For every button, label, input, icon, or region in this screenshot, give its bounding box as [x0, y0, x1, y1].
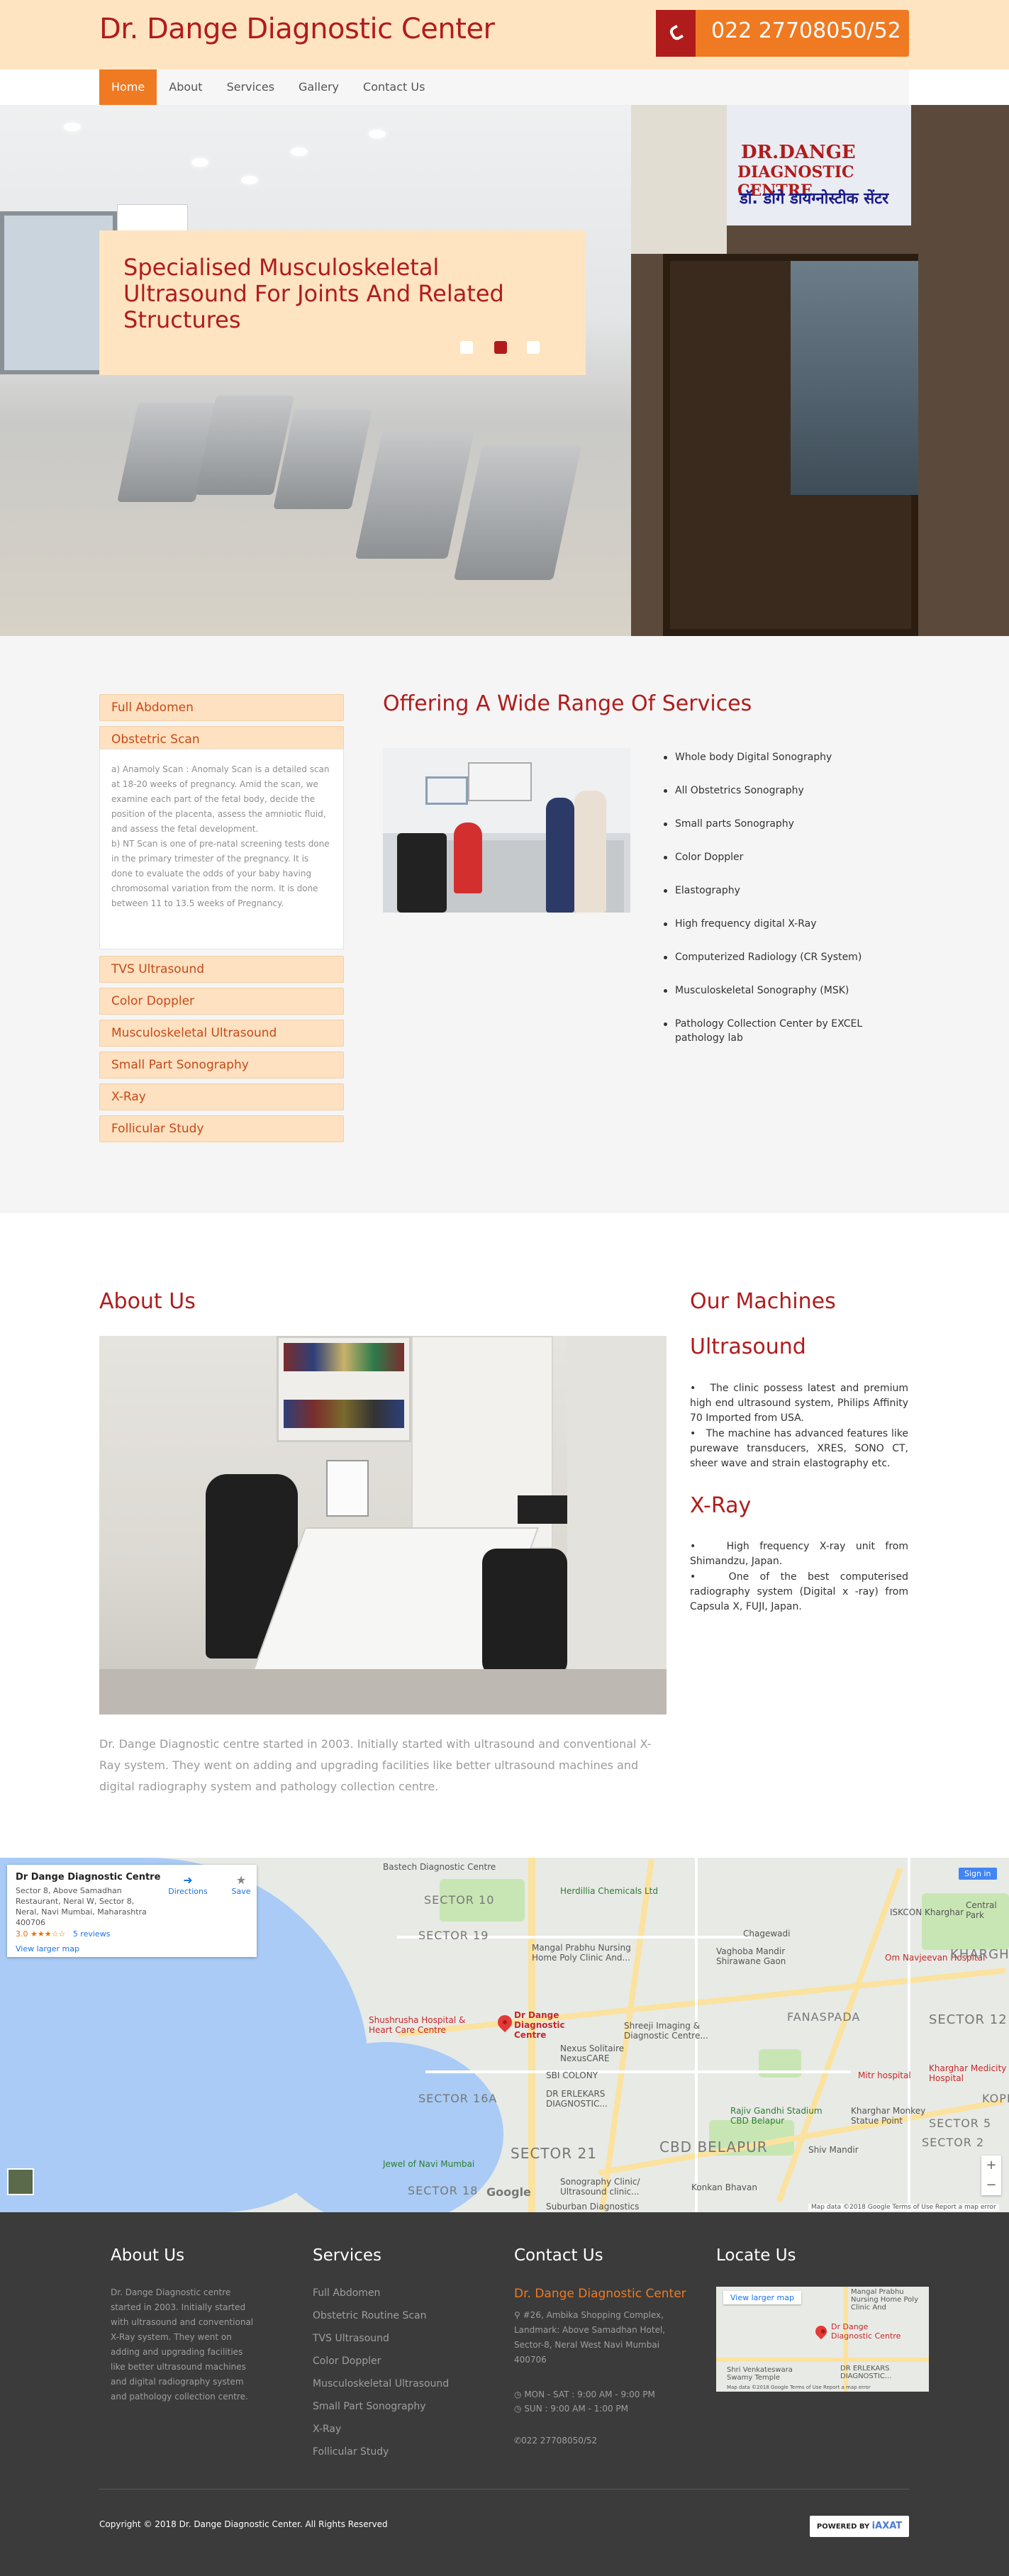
- phone-icon: ✆: [514, 2436, 522, 2446]
- service-list-item: All Obstetrics Sonography: [664, 784, 909, 798]
- map-view-larger-link[interactable]: View larger map: [16, 1944, 248, 1953]
- slide-caption-card: Specialised Musculoskeletal Ultrasound F…: [99, 230, 586, 375]
- reception-photo: [383, 748, 630, 913]
- hero-slider: DR.DANGE DIAGNOSTIC CENTRE डॉ. डांगे डाय…: [0, 105, 1009, 636]
- slider-dot-2[interactable]: [494, 341, 507, 354]
- accordion-panel-text: a) Anamoly Scan : Anomaly Scan is a deta…: [111, 764, 330, 908]
- xray-point: • High frequency X-ray unit from Shimand…: [690, 1541, 909, 1567]
- nav-home[interactable]: Home: [99, 69, 157, 105]
- star-icon: ★: [235, 1873, 247, 1887]
- accordion-x-ray[interactable]: X-Ray: [99, 1083, 344, 1110]
- consultation-room-photo: [99, 1336, 667, 1714]
- footer-about-title: About Us: [111, 2246, 185, 2265]
- service-list-item: Elastography: [664, 883, 909, 898]
- xray-title: X-Ray: [690, 1493, 752, 1518]
- nav-gallery[interactable]: Gallery: [286, 69, 351, 105]
- zoom-out-icon[interactable]: −: [981, 2175, 1001, 2195]
- footer-link[interactable]: Color Doppler: [313, 2355, 381, 2367]
- copyright-text: Copyright © 2018 Dr. Dange Diagnostic Ce…: [99, 2519, 388, 2529]
- google-map[interactable]: Bastech Diagnostic Centre SECTOR 10 SECT…: [0, 1858, 1009, 2212]
- phone-banner[interactable]: 022 27708050/52: [656, 10, 909, 57]
- service-list-item: Color Doppler: [664, 850, 909, 864]
- footer-hours-weekday: ◷ MON - SAT : 9:00 AM - 9:00 PM: [514, 2390, 655, 2399]
- map-attribution[interactable]: Map data ©2018 Google Terms of Use Repor…: [808, 2204, 999, 2211]
- footer-link[interactable]: TVS Ultrasound: [313, 2333, 389, 2344]
- clinic-signboard: DR.DANGE DIAGNOSTIC CENTRE डॉ. डांगे डाय…: [727, 105, 911, 225]
- footer-contact-phone[interactable]: ✆022 27708050/52: [514, 2433, 597, 2448]
- footer-hours-sunday: ◷ SUN : 9:00 AM - 1:00 PM: [514, 2404, 628, 2414]
- ultrasound-point: • The clinic possess latest and premium …: [690, 1383, 908, 1424]
- map-place-address: Sector 8, Above Samadhan Restaurant, Ner…: [16, 1886, 147, 1927]
- accordion-full-abdomen[interactable]: Full Abdomen: [99, 694, 344, 721]
- zoom-in-icon[interactable]: +: [981, 2156, 1001, 2175]
- accordion-small-part[interactable]: Small Part Sonography: [99, 1052, 344, 1078]
- footer-link[interactable]: Follicular Study: [313, 2446, 389, 2458]
- machines-title: Our Machines: [690, 1289, 836, 1314]
- map-zoom-control[interactable]: + −: [981, 2156, 1001, 2195]
- footer-contact-address: ⚲ #26, Ambika Shopping Complex, Landmark…: [514, 2310, 666, 2365]
- footer-locate-title: Locate Us: [716, 2246, 796, 2265]
- phone-icon: [656, 10, 696, 57]
- xray-point: • One of the best computerised radiograp…: [690, 1571, 909, 1612]
- map-place-card: Dr Dange Diagnostic Centre Sector 8, Abo…: [7, 1865, 257, 1957]
- footer-services-title: Services: [313, 2246, 381, 2265]
- map-marker-icon: ⚲: [514, 2310, 520, 2320]
- footer-map-view-larger[interactable]: View larger map: [723, 2291, 801, 2304]
- accordion-musculoskeletal[interactable]: Musculoskeletal Ultrasound: [99, 1020, 344, 1047]
- services-title: Offering A Wide Range Of Services: [383, 691, 752, 716]
- clock-icon: ◷: [514, 2390, 522, 2399]
- slider-dot-1[interactable]: [460, 341, 473, 354]
- map-pin-icon[interactable]: [813, 2323, 830, 2340]
- service-list-item: Musculoskeletal Sonography (MSK): [664, 983, 909, 998]
- nav-about[interactable]: About: [157, 69, 214, 105]
- main-nav: Home About Services Gallery Contact Us: [99, 69, 909, 105]
- accordion-color-doppler[interactable]: Color Doppler: [99, 988, 344, 1015]
- nav-services[interactable]: Services: [215, 69, 286, 105]
- slider-dot-3[interactable]: [527, 341, 540, 354]
- footer-link[interactable]: Obstetric Routine Scan: [313, 2310, 426, 2321]
- accordion-follicular[interactable]: Follicular Study: [99, 1115, 344, 1142]
- ultrasound-point: • The machine has advanced features like…: [690, 1428, 908, 1469]
- accordion-tvs-ultrasound[interactable]: TVS Ultrasound: [99, 956, 344, 983]
- footer-mini-map[interactable]: View larger map Mangal Prabhu Nursing Ho…: [716, 2287, 929, 2392]
- footer-link[interactable]: X-Ray: [313, 2424, 341, 2435]
- footer-contact-brand: Dr. Dange Diagnostic Center: [514, 2287, 686, 2301]
- accordion-panel-obstetric: a) Anamoly Scan : Anomaly Scan is a deta…: [99, 749, 344, 949]
- directions-icon: ➜: [183, 1873, 193, 1887]
- map-directions-button[interactable]: ➜ Directions: [167, 1873, 209, 1896]
- map-save-button[interactable]: ★ Save: [227, 1873, 255, 1896]
- about-title: About Us: [99, 1289, 196, 1314]
- map-pin-icon[interactable]: [494, 2012, 515, 2033]
- service-list-item: High frequency digital X-Ray: [664, 917, 909, 931]
- map-satellite-toggle[interactable]: [7, 2168, 34, 2195]
- google-logo: Google: [486, 2185, 531, 2199]
- service-list-item: Whole body Digital Sonography: [664, 750, 909, 764]
- site-brand[interactable]: Dr. Dange Diagnostic Center: [99, 13, 495, 45]
- nav-contact[interactable]: Contact Us: [351, 69, 437, 105]
- ultrasound-title: Ultrasound: [690, 1334, 806, 1359]
- slide-caption: Specialised Musculoskeletal Ultrasound F…: [123, 254, 504, 333]
- hero-entrance-image: DR.DANGE DIAGNOSTIC CENTRE डॉ. डांगे डाय…: [631, 105, 1009, 636]
- footer-link[interactable]: Full Abdomen: [313, 2287, 380, 2299]
- footer-contact-title: Contact Us: [514, 2246, 603, 2265]
- service-list-item: Small parts Sonography: [664, 817, 909, 831]
- phone-number: 022 27708050/52: [711, 18, 901, 43]
- footer-about-text: Dr. Dange Diagnostic centre started in 2…: [111, 2287, 254, 2402]
- footer-link[interactable]: Small Part Sonography: [313, 2401, 426, 2412]
- map-rating: 3.0 ★★★☆☆ 5 reviews: [16, 1929, 111, 1939]
- powered-by-badge[interactable]: POWERED BY iAXAT: [810, 2516, 909, 2537]
- about-text: Dr. Dange Diagnostic centre started in 2…: [99, 1737, 652, 1793]
- clock-icon: ◷: [514, 2404, 522, 2414]
- map-signin-button[interactable]: Sign in: [959, 1868, 997, 1880]
- service-list-item: Computerized Radiology (CR System): [664, 950, 909, 964]
- footer-link[interactable]: Musculoskeletal Ultrasound: [313, 2378, 449, 2390]
- service-list-item: Pathology Collection Center by EXCEL pat…: [664, 1017, 881, 1045]
- map-place-name: Dr Dange Diagnostic Centre: [16, 1872, 161, 1883]
